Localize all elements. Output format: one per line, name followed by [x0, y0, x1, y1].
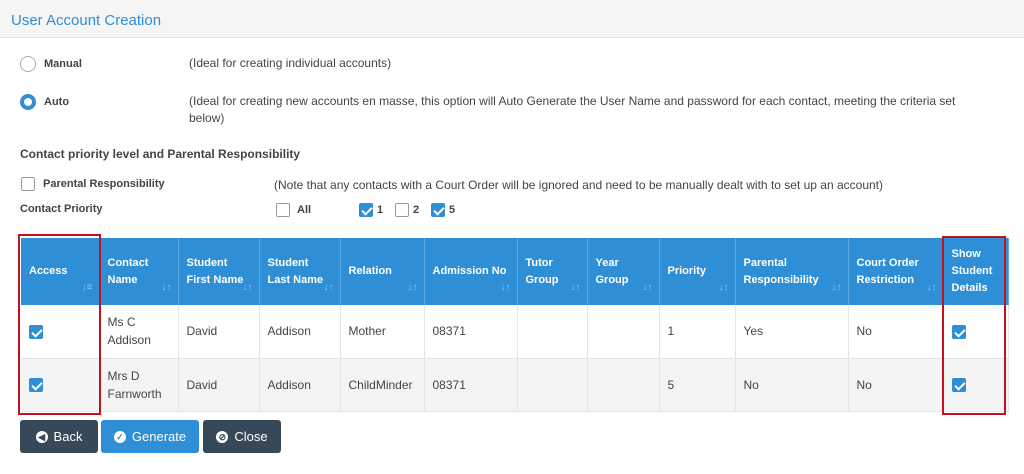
column-header-student-last-name[interactable]: Student Last Name ↓↑ — [259, 238, 341, 305]
table-row: Mrs D Farnworth David Addison ChildMinde… — [21, 358, 1009, 412]
contact-priority-label: Contact Priority — [20, 203, 103, 215]
priority-5-checkbox[interactable] — [431, 203, 445, 217]
column-header-parental-responsibility[interactable]: Parental Responsibility ↓↑ — [735, 238, 849, 305]
column-header-year-group[interactable]: Year Group ↓↑ — [587, 238, 660, 305]
close-button-label: Close — [234, 429, 268, 444]
priority-option-1[interactable]: 1 — [359, 203, 383, 217]
column-header-contact-name[interactable]: Contact Name ↓↑ — [99, 238, 179, 305]
priority-all-label: All — [297, 204, 312, 216]
auto-description-line2: below) — [189, 111, 225, 125]
ban-circle-icon: ⊘ — [216, 430, 229, 443]
column-label: Student Last Name — [267, 256, 324, 286]
year-group-cell — [587, 305, 660, 359]
column-header-student-first-name[interactable]: Student First Name ↓↑ — [178, 238, 260, 305]
column-label: Priority — [667, 265, 707, 277]
column-header-admission-no[interactable]: Admission No ↓↑ — [424, 238, 518, 305]
dialog-title: User Account Creation — [11, 12, 162, 29]
radio-manual-circle[interactable] — [20, 56, 36, 72]
priority-option-all[interactable]: All — [276, 203, 311, 217]
sort-icon[interactable]: ↓↑ — [162, 279, 172, 296]
first-name-cell: David — [178, 358, 260, 412]
last-name-cell: Addison — [259, 305, 341, 359]
parental-responsibility-checkbox[interactable] — [21, 177, 35, 191]
column-label: Admission No — [432, 265, 507, 277]
contact-name-cell: Ms C Addison — [99, 305, 179, 359]
dialog-header: User Account Creation — [0, 0, 1024, 38]
priority-5-label: 5 — [449, 204, 456, 216]
relation-cell: Mother — [340, 305, 425, 359]
year-group-cell — [587, 358, 660, 412]
priority-1-label: 1 — [377, 204, 384, 216]
priority-cell: 5 — [659, 358, 736, 412]
back-button-label: Back — [53, 429, 83, 444]
sort-icon[interactable]: ↓↑ — [719, 279, 729, 296]
court-order-cell: No — [848, 305, 944, 359]
first-name-cell: David — [178, 305, 260, 359]
criteria-section-title: Contact priority level and Parental Resp… — [20, 147, 301, 161]
sort-icon[interactable]: ↓↑ — [643, 279, 653, 296]
generate-button-label: Generate — [131, 429, 187, 444]
manual-description: (Ideal for creating individual accounts) — [189, 56, 392, 70]
column-header-court-order-restriction[interactable]: Court Order Restriction ↓↑ — [848, 238, 944, 305]
last-name-cell: Addison — [259, 358, 341, 412]
priority-cell: 1 — [659, 305, 736, 359]
radio-auto-label: Auto — [44, 96, 70, 108]
column-label: Student First Name — [186, 256, 244, 286]
sort-icon[interactable]: ↓↑ — [927, 279, 937, 296]
sort-icon[interactable]: ↓↑ — [571, 279, 581, 296]
parental-responsibility-cell: Yes — [735, 305, 849, 359]
radio-manual[interactable]: Manual — [20, 56, 82, 72]
radio-manual-label: Manual — [44, 58, 82, 70]
radio-auto[interactable]: Auto — [20, 94, 69, 110]
priority-2-label: 2 — [413, 204, 420, 216]
auto-description-line1: (Ideal for creating new accounts en mass… — [189, 94, 956, 108]
sort-icon[interactable]: ↓↑ — [324, 279, 334, 296]
column-header-priority[interactable]: Priority ↓↑ — [659, 238, 736, 305]
radio-auto-circle[interactable] — [20, 94, 36, 110]
check-circle-icon: ✓ — [113, 430, 126, 443]
close-button[interactable]: ⊘ Close — [203, 420, 281, 453]
column-header-relation[interactable]: Relation ↓↑ — [340, 238, 425, 305]
priority-all-checkbox[interactable] — [276, 203, 290, 217]
back-button[interactable]: ◀ Back — [20, 420, 98, 453]
priority-1-checkbox[interactable] — [359, 203, 373, 217]
tutor-group-cell — [517, 305, 588, 359]
show-details-column-highlight — [942, 236, 1006, 415]
parental-responsibility-label: Parental Responsibility — [43, 178, 165, 190]
admission-no-cell: 08371 — [424, 358, 518, 412]
access-column-highlight — [18, 234, 101, 415]
tutor-group-cell — [517, 358, 588, 412]
contacts-table: Access ↓≡ Contact Name ↓↑ Student First Na… — [21, 238, 1009, 412]
court-order-note: (Note that any contacts with a Court Ord… — [274, 178, 884, 192]
priority-2-checkbox[interactable] — [395, 203, 409, 217]
table-header-row: Access ↓≡ Contact Name ↓↑ Student First Na… — [21, 238, 1009, 305]
priority-option-5[interactable]: 5 — [431, 203, 455, 217]
column-label: Year Group — [595, 256, 629, 286]
parental-responsibility-filter[interactable]: Parental Responsibility — [21, 177, 165, 191]
admission-no-cell: 08371 — [424, 305, 518, 359]
sort-icon[interactable]: ↓↑ — [243, 279, 253, 296]
contact-name-cell: Mrs D Farnworth — [99, 358, 179, 412]
court-order-cell: No — [848, 358, 944, 412]
column-label: Contact Name — [107, 256, 149, 286]
table-row: Ms C Addison David Addison Mother 08371 … — [21, 305, 1009, 359]
column-label: Parental Responsibility — [743, 256, 819, 286]
generate-button[interactable]: ✓ Generate — [101, 420, 199, 453]
column-label: Tutor Group — [525, 256, 559, 286]
column-label: Relation — [348, 265, 392, 277]
auto-description: (Ideal for creating new accounts en mass… — [189, 93, 1019, 127]
sort-icon[interactable]: ↓↑ — [832, 279, 842, 296]
sort-icon[interactable]: ↓↑ — [501, 279, 511, 296]
relation-cell: ChildMinder — [340, 358, 425, 412]
arrow-left-circle-icon: ◀ — [35, 430, 48, 443]
priority-option-2[interactable]: 2 — [395, 203, 419, 217]
column-label: Court Order Restriction — [856, 256, 919, 286]
column-header-tutor-group[interactable]: Tutor Group ↓↑ — [517, 238, 588, 305]
sort-icon[interactable]: ↓↑ — [408, 279, 418, 296]
parental-responsibility-cell: No — [735, 358, 849, 412]
